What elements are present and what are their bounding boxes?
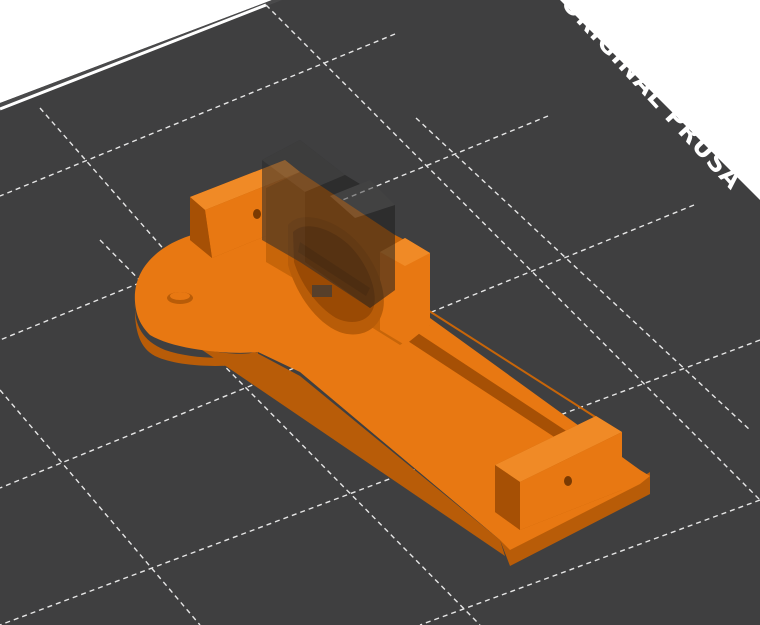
mount-hole-inner <box>170 292 190 300</box>
3d-viewport[interactable]: ORIGINAL PRUSA <box>0 0 760 625</box>
scene-canvas[interactable]: ORIGINAL PRUSA <box>0 0 760 625</box>
